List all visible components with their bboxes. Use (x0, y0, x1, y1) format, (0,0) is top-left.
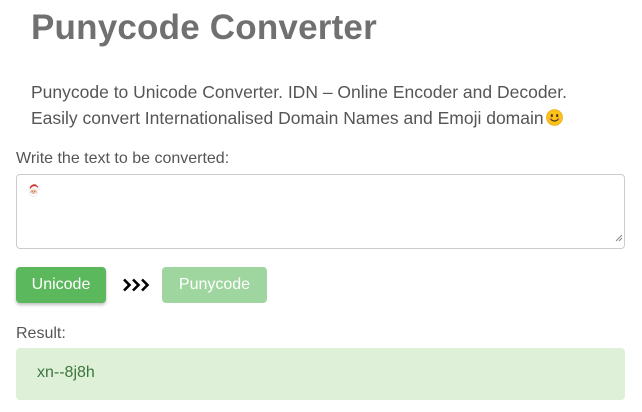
description-line-2-wrapper: Easily convert Internationalised Domain … (31, 105, 631, 133)
triple-chevron-right-icon (122, 277, 152, 298)
text-input-area[interactable] (16, 174, 625, 249)
input-label: Write the text to be converted: (16, 150, 230, 167)
result-box: xn--8j8h (16, 348, 625, 400)
description-line-2: Easily convert Internationalised Domain … (31, 108, 544, 128)
resize-grip-icon[interactable] (614, 229, 623, 247)
smiling-face-emoji-icon (545, 107, 563, 133)
unicode-button[interactable]: Unicode (16, 267, 106, 303)
result-value: xn--8j8h (37, 364, 95, 381)
result-label: Result: (16, 325, 66, 342)
punycode-converter-page: Punycode Converter Punycode to Unicode C… (0, 0, 642, 412)
page-title: Punycode Converter (31, 8, 377, 47)
punycode-button[interactable]: Punycode (162, 267, 267, 303)
description-line-1: Punycode to Unicode Converter. IDN – Onl… (31, 82, 568, 102)
page-description: Punycode to Unicode Converter. IDN – Onl… (31, 79, 631, 133)
santa-claus-emoji-icon (27, 183, 41, 202)
